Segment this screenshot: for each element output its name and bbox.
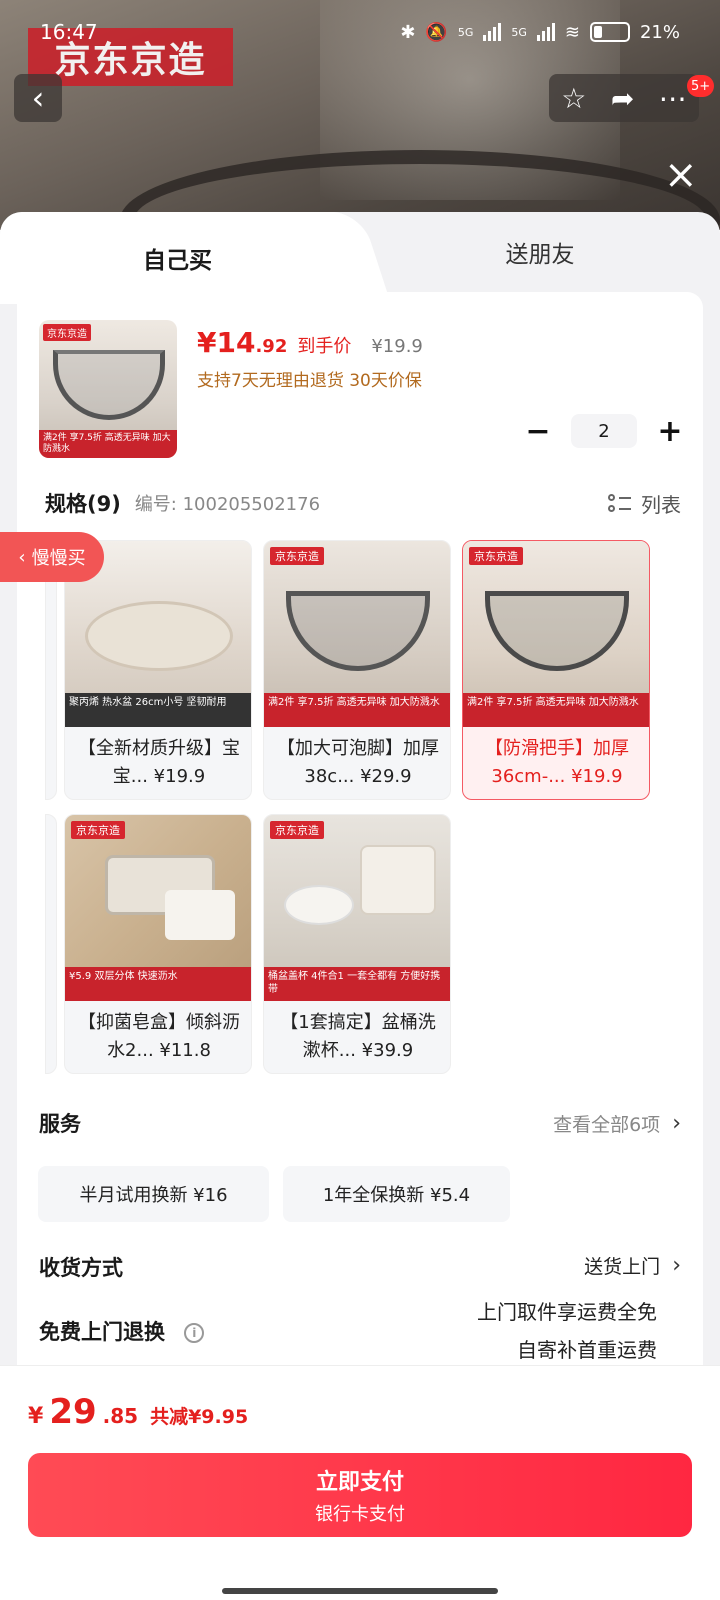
spec-title: 规格(9)	[45, 492, 121, 516]
increase-button[interactable]: +	[653, 414, 687, 449]
variant-promo-strip: 满2件 享7.5折 高透无异味 加大防溅水	[463, 693, 649, 727]
variant-promo-text: 满2件 享7.5折 高透无异味 加大防溅水	[268, 697, 440, 708]
variant-brand-tag: 京东京造	[270, 547, 324, 565]
spec-header: 规格(9) 编号: 100205502176 列表	[45, 488, 681, 518]
variant-brand-tag: 京东京造	[270, 821, 324, 839]
mute-icon: 🔕	[425, 21, 448, 43]
returns-line-2: 自寄补首重运费	[517, 1338, 657, 1362]
thumb-basin	[53, 350, 165, 420]
battery-icon	[589, 22, 630, 42]
service-option[interactable]: 1年全保换新 ¥5.4	[283, 1166, 510, 1222]
pay-now-label: 立即支付	[315, 1470, 404, 1495]
pay-method-label: 银行卡支付	[315, 1504, 405, 1525]
status-bar: 16:47 ✱ 🔕 5G 5G ≋ 21%	[0, 14, 720, 50]
total-dec: .85	[102, 1404, 139, 1428]
total-currency: ¥	[28, 1404, 44, 1429]
item-number: 编号: 100205502176	[134, 494, 321, 515]
original-price: ¥19.9	[371, 336, 423, 357]
service-view-all[interactable]: 查看全部6项 ›	[553, 1110, 681, 1137]
thumb-promo-text: 满2件 享7.5折 高透无异味 加大防溅水	[43, 433, 171, 454]
status-icons: ✱ 🔕 5G 5G ≋ 21%	[400, 22, 680, 43]
tab-gift-to-friend[interactable]: 送朋友	[360, 212, 720, 292]
quantity-stepper: − 2 +	[521, 414, 687, 449]
returns-title-text: 免费上门退换	[39, 1320, 165, 1344]
tab-buy-for-self[interactable]: 自己买	[0, 212, 355, 304]
total-saving: 共减¥9.95	[150, 1406, 249, 1428]
product-thumbnail[interactable]: 京东京造 满2件 享7.5折 高透无异味 加大防溅水	[39, 320, 177, 458]
quantity-value[interactable]: 2	[571, 414, 637, 448]
message-badge: 5+	[687, 75, 715, 97]
variant-brand-tag: 京东京造	[71, 821, 125, 839]
total-int: 29	[49, 1392, 97, 1432]
wifi-icon: ≋	[564, 21, 580, 43]
variant-card-partial[interactable]	[45, 814, 57, 1074]
chevron-right-icon: ›	[672, 1253, 681, 1278]
bluetooth-icon: ✱	[400, 21, 416, 43]
home-indicator[interactable]	[222, 1588, 498, 1594]
list-icon	[608, 494, 631, 512]
price-label: 到手价	[297, 336, 352, 357]
battery-level: 21%	[639, 21, 680, 43]
variant-name: 【1套搞定】盆桶洗漱杯... ¥39.9	[280, 1012, 436, 1061]
signal-icon	[483, 23, 502, 41]
final-price-dec: .92	[255, 336, 288, 357]
network-label-2: 5G	[511, 25, 527, 39]
variant-card[interactable]: 京东京造 满2件 享7.5折 高透无异味 加大防溅水 【加大可泡脚】加厚38c.…	[263, 540, 451, 800]
slow-buy-label: 慢慢买	[31, 548, 86, 569]
back-button[interactable]: ‹	[14, 74, 62, 122]
signal-icon-2	[536, 23, 555, 41]
variant-promo-strip: 桶盆盖杯 4件合1 一套全都有 方便好携带	[264, 967, 450, 1001]
variant-name: 【防滑把手】加厚36cm-... ¥19.9	[485, 738, 629, 787]
variant-card-selected[interactable]: 京东京造 满2件 享7.5折 高透无异味 加大防溅水 【防滑把手】加厚36cm-…	[462, 540, 650, 800]
variant-promo-text: ¥5.9 双层分体 快速沥水	[69, 971, 178, 982]
top-actions: ☆ ➦ ⋯	[549, 74, 699, 122]
total-price: ¥29.85 共减¥9.95	[28, 1392, 248, 1432]
chevron-left-icon: ‹	[18, 546, 26, 568]
delivery-method[interactable]: 送货上门 ›	[584, 1252, 681, 1279]
list-label: 列表	[641, 492, 681, 517]
network-label-1: 5G	[457, 25, 474, 39]
service-option[interactable]: 半月试用换新 ¥16	[38, 1166, 269, 1222]
favorite-star-icon[interactable]: ☆	[561, 82, 586, 115]
status-time: 16:47	[40, 20, 98, 44]
purchase-tabs: 自己买 送朋友	[0, 212, 720, 304]
price-row: ¥14.92 到手价 ¥19.9	[197, 326, 423, 359]
variant-promo-strip: 满2件 享7.5折 高透无异味 加大防溅水	[264, 693, 450, 727]
variant-card[interactable]: 聚丙烯 热水盆 26cm小号 坚韧耐用 【全新材质升级】宝宝... ¥19.9	[64, 540, 252, 800]
service-title: 服务	[39, 1112, 81, 1136]
chevron-right-icon: ›	[672, 1111, 681, 1136]
variant-promo-text: 桶盆盖杯 4件合1 一套全都有 方便好携带	[268, 971, 441, 995]
delivery-value: 送货上门	[584, 1256, 661, 1278]
variant-card[interactable]: 京东京造 桶盆盖杯 4件合1 一套全都有 方便好携带 【1套搞定】盆桶洗漱杯..…	[263, 814, 451, 1074]
variant-name: 【抑菌皂盒】倾斜沥水2... ¥11.8	[78, 1012, 240, 1061]
variant-promo-strip: 聚丙烯 热水盆 26cm小号 坚韧耐用	[65, 693, 251, 727]
checkout-bar: ¥29.85 共减¥9.95 立即支付 银行卡支付	[0, 1365, 720, 1600]
variant-promo-text: 聚丙烯 热水盆 26cm小号 坚韧耐用	[69, 697, 227, 708]
delivery-title: 收货方式	[39, 1256, 123, 1280]
returns-title: 免费上门退换 i	[39, 1316, 205, 1346]
info-icon[interactable]: i	[184, 1323, 205, 1343]
variant-name: 【加大可泡脚】加厚38c... ¥29.9	[277, 738, 439, 787]
returns-line-1: 上门取件享运费全免	[477, 1300, 657, 1324]
variant-promo-strip: ¥5.9 双层分体 快速沥水	[65, 967, 251, 1001]
sheet-content: 京东京造 满2件 享7.5折 高透无异味 加大防溅水 ¥14.92 到手价 ¥1…	[17, 292, 703, 1372]
more-icon[interactable]: ⋯	[659, 82, 687, 115]
decrease-button[interactable]: −	[521, 414, 555, 449]
thumb-promo-strip: 满2件 享7.5折 高透无异味 加大防溅水	[39, 430, 177, 458]
variant-promo-text: 满2件 享7.5折 高透无异味 加大防溅水	[467, 697, 639, 708]
close-icon[interactable]: ×	[664, 155, 698, 195]
thumb-brand-tag: 京东京造	[43, 324, 91, 341]
variant-card[interactable]: 京东京造 ¥5.9 双层分体 快速沥水 【抑菌皂盒】倾斜沥水2... ¥11.8	[64, 814, 252, 1074]
final-price: ¥14.92	[197, 326, 288, 359]
list-view-toggle[interactable]: 列表	[608, 489, 681, 518]
share-icon[interactable]: ➦	[611, 82, 634, 115]
chevron-left-icon: ‹	[31, 79, 45, 117]
slow-buy-tab[interactable]: ‹ 慢慢买	[0, 532, 104, 582]
pay-now-button[interactable]: 立即支付 银行卡支付	[28, 1453, 692, 1537]
return-policy: 支持7天无理由退货 30天价保	[197, 371, 422, 391]
final-price-int: 14	[216, 326, 256, 359]
service-more-label: 查看全部6项	[553, 1114, 661, 1136]
variant-name: 【全新材质升级】宝宝... ¥19.9	[78, 738, 240, 787]
variant-brand-tag: 京东京造	[469, 547, 523, 565]
